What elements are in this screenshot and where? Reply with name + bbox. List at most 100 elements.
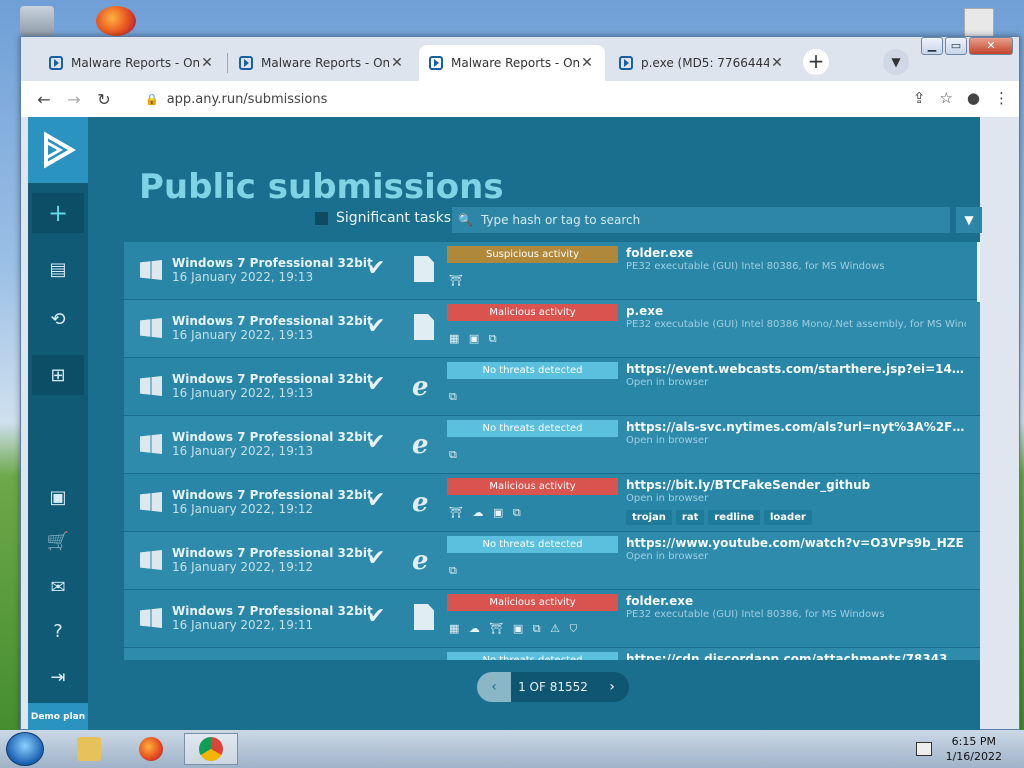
tag[interactable]: loader (764, 510, 812, 525)
anyrun-app: + ▤ ⟲ ⊞ ▣ 🛒 ✉ ? ⇥ Demo plan Public submi… (28, 117, 982, 731)
tab-2[interactable]: Malware Reports - Onli ✕ (229, 45, 415, 81)
submission-row[interactable]: Windows 7 Professional 32bit 16 January 2… (124, 590, 980, 647)
anyrun-favicon-icon (239, 56, 253, 70)
task-name[interactable]: https://www.youtube.com/watch?v=O3VPs9b_… (626, 536, 966, 550)
logout-icon[interactable]: ⇥ (32, 657, 84, 697)
search-icon: 🔍 (458, 213, 473, 227)
chrome-taskbar-icon[interactable] (184, 733, 238, 765)
share-icon[interactable]: ⇪ (913, 89, 926, 107)
anyrun-favicon-icon (619, 56, 633, 70)
lock-icon: 🔒 (145, 92, 159, 106)
address-bar[interactable]: 🔒 app.any.run/submissions (145, 92, 327, 107)
profile-icon[interactable]: ● (967, 89, 980, 107)
new-task-plus-icon[interactable]: + (32, 193, 84, 233)
search-placeholder: Type hash or tag to search (480, 213, 641, 227)
bookmark-star-icon[interactable]: ☆ (939, 89, 952, 107)
demo-plan-label[interactable]: Demo plan (28, 703, 88, 731)
submission-row[interactable]: Windows 7 Professional 32bit 16 January 2… (124, 300, 980, 357)
task-name[interactable]: https://als-svc.nytimes.com/als?url=nyt%… (626, 420, 966, 434)
os-label: Windows 7 Professional 32bit (172, 488, 373, 502)
close-tab-icon[interactable]: ✕ (199, 55, 215, 71)
recycle-bin-icon[interactable] (20, 6, 54, 36)
anyrun-favicon-icon (429, 56, 443, 70)
task-description: Open in browser (626, 493, 709, 504)
browser-window: Malware Reports - Onli ✕ Malware Reports… (20, 36, 1020, 731)
ie-browser-icon: e (412, 546, 429, 576)
back-arrow-icon[interactable]: ← (29, 90, 59, 109)
submission-row[interactable]: Windows 7 Professional 32bit 16 January 2… (124, 532, 980, 589)
task-name[interactable]: p.exe (626, 304, 966, 318)
anyrun-logo-icon[interactable] (28, 117, 88, 183)
mail-icon[interactable]: ✉ (32, 567, 84, 607)
task-description: PE32 executable (GUI) Intel 80386 Mono/.… (626, 319, 966, 330)
ie-browser-icon: e (412, 372, 429, 402)
verdict-badge: No threats detected (447, 652, 618, 660)
significant-checkbox[interactable] (315, 211, 328, 225)
reports-document-icon[interactable]: ▤ (32, 249, 84, 289)
os-label: Windows 7 Professional 32bit (172, 256, 373, 270)
task-description: PE32 executable (GUI) Intel 80386, for M… (626, 261, 885, 272)
submission-row[interactable]: Windows 7 Professional 32bit 16 January 2… (124, 242, 980, 299)
sidebar: + ▤ ⟲ ⊞ ▣ 🛒 ✉ ? ⇥ Demo plan (28, 117, 88, 731)
date-label: 16 January 2022, 19:13 (172, 386, 314, 400)
forward-arrow-icon[interactable]: → (59, 90, 89, 109)
file-icon (414, 604, 434, 630)
next-page-button[interactable]: › (595, 672, 629, 702)
check-icon: ✔ (367, 604, 386, 629)
submission-row[interactable]: Windows 7 Professional 32bit 16 January 2… (124, 474, 980, 531)
task-name[interactable]: folder.exe (626, 594, 966, 608)
verdict-badge: Malicious activity (447, 304, 618, 321)
task-name[interactable]: folder.exe (626, 246, 966, 260)
scrollbar[interactable] (977, 242, 980, 302)
public-submissions-windows-icon[interactable]: ⊞ (32, 355, 84, 395)
history-icon[interactable]: ⟲ (32, 299, 84, 339)
profile-card-icon[interactable]: ▣ (32, 477, 84, 517)
close-tab-icon[interactable]: ✕ (769, 55, 785, 71)
clock[interactable]: 6:15 PM 1/16/2022 (946, 734, 1002, 764)
task-name[interactable]: https://event.webcasts.com/starthere.jsp… (626, 362, 966, 376)
minimize-button[interactable]: ▁ (921, 37, 943, 55)
submission-row[interactable]: Windows 7 Professional 32bit 16 January 2… (124, 416, 980, 473)
tag[interactable]: rat (675, 510, 705, 525)
submission-row[interactable]: Windows 7 Professional 32bit 16 January 2… (124, 358, 980, 415)
close-tab-icon[interactable]: ✕ (579, 55, 595, 71)
close-window-button[interactable]: ✕ (969, 37, 1013, 55)
help-icon[interactable]: ? (32, 611, 84, 651)
new-tab-button[interactable]: + (803, 49, 829, 75)
activity-icons: ⛩ ☁ ▣ ⧉ (449, 506, 524, 519)
submission-row[interactable]: No threats detected https://cdn.discordap… (124, 648, 980, 660)
significant-label: Significant tasks (336, 210, 452, 226)
windows-icon (140, 260, 162, 280)
cart-icon[interactable]: 🛒 (32, 521, 84, 561)
tag[interactable]: trojan (626, 510, 672, 525)
prev-page-button[interactable]: ‹ (477, 672, 511, 702)
firefox-desktop-icon[interactable] (96, 6, 136, 36)
network-tray-icon[interactable] (916, 742, 932, 756)
activity-icons: ⧉ (449, 448, 460, 461)
maximize-button[interactable]: ▭ (945, 37, 967, 55)
significant-tasks-toggle[interactable]: Significant tasks (315, 210, 451, 226)
explorer-taskbar-icon[interactable] (62, 733, 116, 765)
search-input[interactable]: 🔍 Type hash or tag to search (452, 207, 950, 233)
reload-icon[interactable]: ↻ (89, 90, 119, 109)
tab-search-chevron-icon[interactable]: ▼ (883, 49, 909, 75)
task-name[interactable]: https://bit.ly/BTCFakeSender_github (626, 478, 966, 492)
tag[interactable]: redline (708, 510, 760, 525)
os-label: Windows 7 Professional 32bit (172, 430, 373, 444)
check-icon: ✔ (367, 546, 386, 571)
task-name[interactable]: https://cdn.discordapp.com/attachments/7… (626, 652, 966, 660)
tab-3-active[interactable]: Malware Reports - Onli ✕ (419, 45, 605, 81)
tab-4[interactable]: p.exe (MD5: 776644491 ✕ (609, 45, 795, 81)
firefox-taskbar-icon[interactable] (124, 733, 178, 765)
start-button[interactable] (6, 732, 44, 766)
submissions-list: No threats detected https://cdn.discordap… (124, 242, 980, 660)
page-indicator: 1 OF 81552 (511, 672, 595, 702)
filter-icon[interactable]: ▼ (956, 207, 982, 233)
tab-title: p.exe (MD5: 776644491 (641, 56, 769, 70)
windows-icon (140, 318, 162, 338)
close-tab-icon[interactable]: ✕ (389, 55, 405, 71)
menu-kebab-icon[interactable]: ⋮ (994, 89, 1009, 107)
date-label: 16 January 2022, 19:13 (172, 328, 314, 342)
clock-date: 1/16/2022 (945, 750, 1002, 763)
tab-1[interactable]: Malware Reports - Onli ✕ (39, 45, 225, 81)
